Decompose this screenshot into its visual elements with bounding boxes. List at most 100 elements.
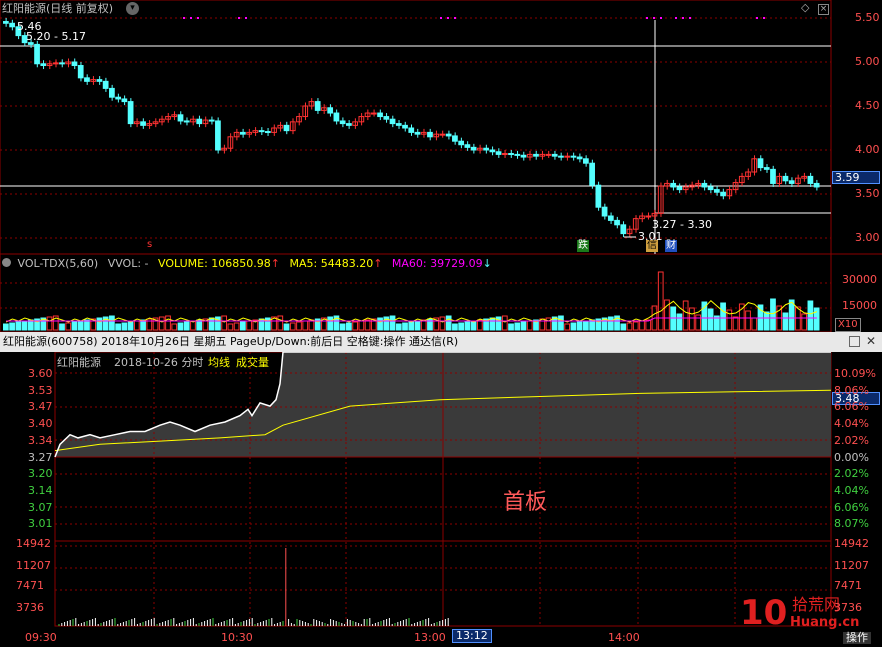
volume-bar	[59, 323, 65, 331]
volume-value: VOLUME: 106850.98	[158, 257, 271, 270]
volume-tick: 11207	[16, 559, 51, 572]
candle	[277, 121, 284, 132]
range-label-high: 5.20 - 5.17	[26, 30, 86, 43]
action-button[interactable]: 操作	[843, 632, 871, 644]
marker-xin[interactable]: 信	[646, 240, 658, 252]
candle	[302, 102, 309, 121]
pct-tick: 4.04%	[834, 483, 869, 497]
candle	[65, 58, 72, 68]
volume-bar	[464, 321, 471, 331]
volume-bar	[283, 323, 290, 331]
candle	[183, 117, 190, 126]
pct-tick: 0.00%	[834, 450, 869, 464]
candle	[333, 109, 340, 125]
candle	[664, 179, 670, 190]
candle	[71, 58, 78, 70]
chevron-down-icon[interactable]: ▾	[126, 2, 139, 15]
candle	[707, 183, 714, 194]
volume-bar	[377, 317, 383, 331]
candle	[427, 128, 433, 141]
candle	[539, 150, 546, 160]
diamond-icon[interactable]: ◇	[801, 2, 809, 14]
candle	[258, 127, 265, 136]
volume-bar	[763, 311, 770, 331]
candle	[109, 84, 115, 101]
candle	[127, 98, 134, 128]
marker-cai[interactable]: 财	[665, 240, 677, 252]
vol-ytick: 30000	[842, 273, 877, 286]
date-label: 2018-10-26 分时	[114, 356, 204, 369]
candle	[140, 118, 146, 129]
volume-settings-icon[interactable]	[2, 258, 11, 267]
candle	[227, 133, 234, 152]
volume-bar	[520, 321, 527, 331]
candle	[121, 95, 128, 106]
candle	[433, 130, 440, 141]
volume-bar	[121, 322, 128, 331]
volume-bar	[570, 322, 577, 331]
volume-bar	[109, 315, 115, 331]
candle	[102, 77, 109, 92]
volume-bar	[707, 308, 714, 331]
candlestick-series	[3, 18, 820, 238]
close-icon[interactable]: ×	[818, 4, 829, 15]
volume-tick-right: 3736	[834, 601, 862, 614]
volume-bar	[632, 321, 639, 331]
restore-icon[interactable]	[849, 336, 860, 347]
volume-bar	[732, 316, 739, 331]
volume-bar	[96, 317, 103, 331]
price-tick: 3.07	[28, 500, 53, 514]
candle	[133, 118, 140, 128]
volume-bar	[626, 322, 633, 331]
candle	[190, 115, 196, 126]
volume-tick: 3736	[16, 601, 44, 614]
candle	[763, 164, 770, 173]
candle	[215, 117, 221, 154]
kline-chart[interactable]	[0, 0, 882, 332]
logo-site-cn: 拾荒网	[792, 595, 841, 614]
volume-bar	[807, 300, 814, 331]
pct-tick: 8.07%	[834, 517, 869, 531]
price-tick: 3.14	[28, 483, 53, 497]
pct-tick: 2.02%	[834, 433, 869, 447]
candle	[813, 179, 820, 191]
stock-name: 红阳能源	[57, 356, 101, 369]
candle	[483, 144, 489, 154]
close-icon[interactable]: ✕	[866, 335, 876, 347]
volume-bar	[389, 315, 396, 331]
candle	[751, 155, 758, 176]
candle	[745, 168, 751, 180]
volume-bar	[458, 322, 465, 331]
candle	[202, 116, 209, 128]
current-price-badge: 3.59	[832, 171, 880, 184]
volume-bar	[277, 315, 284, 331]
volume-bar	[620, 323, 627, 331]
candle	[308, 98, 315, 110]
volume-bar	[158, 316, 165, 331]
price-tick: 3.27	[28, 450, 53, 464]
price-tick: 3.53	[28, 383, 53, 397]
volume-bar	[302, 320, 309, 331]
volume-bar	[583, 320, 589, 331]
kline-panel[interactable]: 红阳能源(日线 前复权) ▾ ◇ × 5.46 5.20 - 5.17 3.27…	[0, 0, 882, 332]
candle	[514, 150, 521, 159]
volume-bar	[676, 313, 683, 331]
candle	[626, 225, 633, 238]
logo-number: 10	[740, 593, 788, 633]
volume-indicator-name[interactable]: VOL-TDX(5,60)	[18, 257, 99, 270]
candle	[695, 179, 702, 189]
volume-bar	[770, 298, 776, 331]
candle	[533, 150, 539, 160]
candle	[358, 113, 365, 126]
volume-bar	[327, 316, 334, 331]
candle	[720, 188, 726, 200]
volume-bar	[233, 322, 240, 331]
time-tick: 10:30	[221, 631, 253, 644]
candle	[177, 111, 184, 125]
intraday-panel[interactable]: 红阳能源(600758) 2018年10月26日 星期五 PageUp/Down…	[0, 332, 882, 647]
kline-ytick: 5.50	[855, 11, 880, 24]
marker-die[interactable]: 跌	[577, 240, 589, 252]
volume-bar	[46, 316, 53, 331]
candle	[576, 153, 583, 163]
candle	[614, 216, 620, 229]
